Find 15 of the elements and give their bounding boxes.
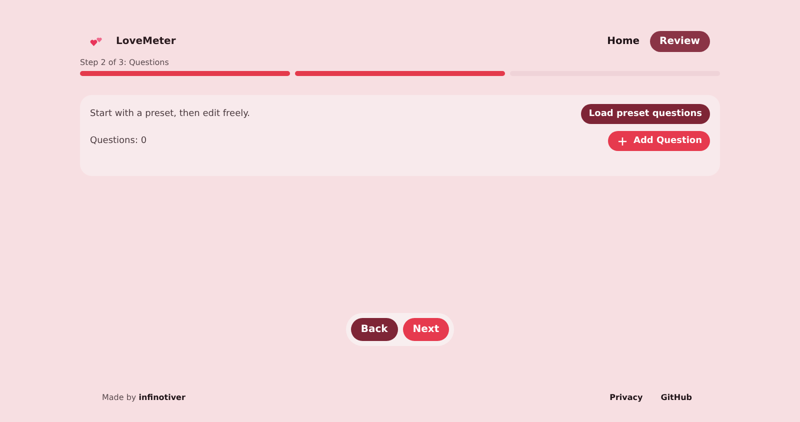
- nav-link[interactable]: Review: [650, 30, 710, 52]
- question-count: Questions: 0: [90, 136, 147, 146]
- brand-name: LoveMeter: [116, 36, 176, 46]
- next-button[interactable]: Next: [402, 318, 450, 341]
- plus-icon: [618, 136, 627, 146]
- footer-link[interactable]: Privacy: [610, 393, 643, 402]
- hint-text: Start with a preset, then edit freely.: [90, 109, 250, 119]
- back-button[interactable]: Back: [350, 318, 398, 341]
- step-label: Step 2 of 3: Questions: [80, 58, 170, 67]
- credit-text: Made by infinotiver: [102, 393, 186, 402]
- nav-link[interactable]: Home: [607, 30, 640, 52]
- hearts-icon: [90, 36, 103, 46]
- add-question-button[interactable]: Add Question: [608, 131, 710, 151]
- footer-link[interactable]: GitHub: [660, 393, 692, 402]
- load-preset-button[interactable]: Load preset questions: [580, 104, 710, 124]
